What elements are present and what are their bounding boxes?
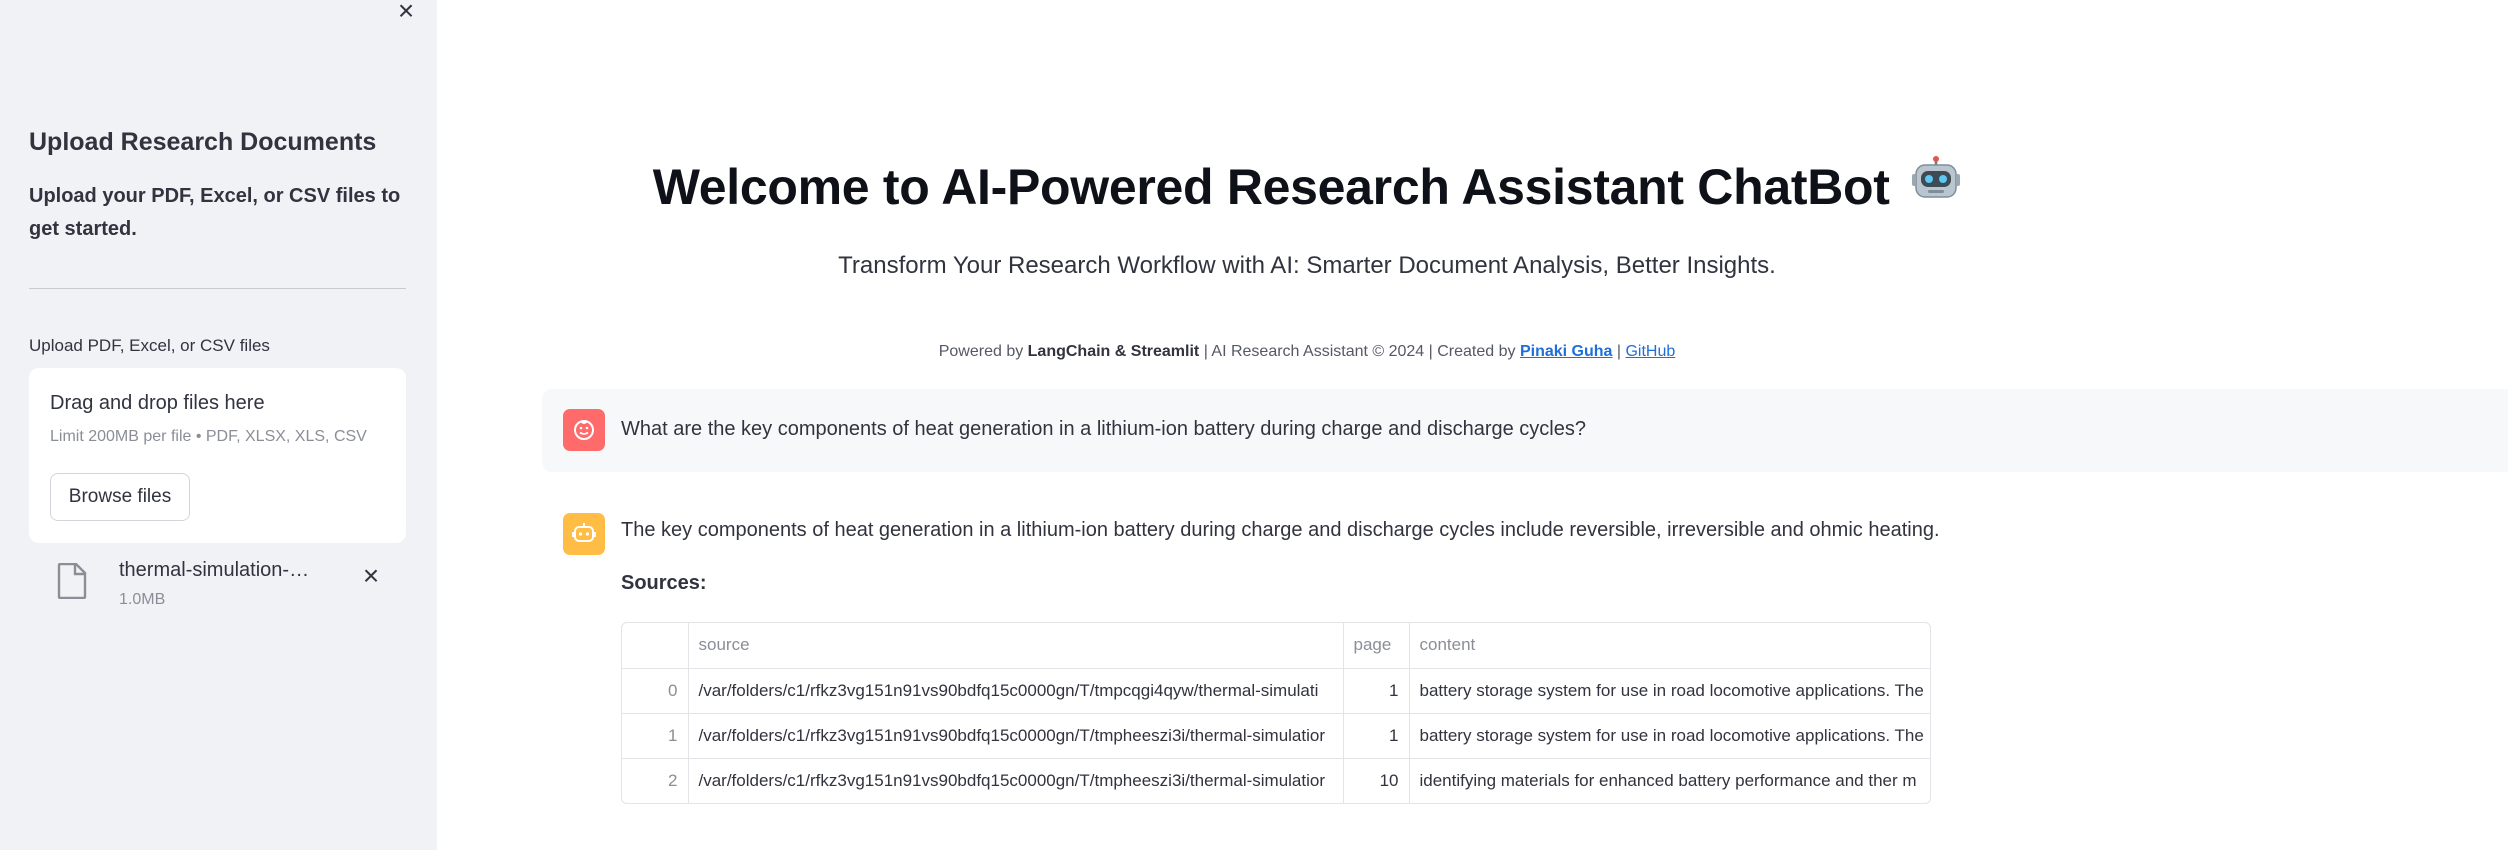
- column-header-content[interactable]: content: [1409, 623, 1930, 669]
- sidebar: × Upload Research Documents Upload your …: [0, 0, 437, 850]
- robot-avatar-icon: [563, 513, 605, 555]
- author-link[interactable]: Pinaki Guha: [1520, 343, 1612, 360]
- footer-separator: |: [1612, 343, 1626, 360]
- footer-middle: | AI Research Assistant © 2024 | Created…: [1199, 343, 1520, 360]
- browse-files-button[interactable]: Browse files: [50, 473, 190, 521]
- cell-content[interactable]: battery storage system for use in road l…: [1409, 713, 1930, 759]
- main-content: Welcome to AI-Powered Research Assistant…: [437, 0, 2508, 850]
- row-index: 2: [622, 758, 689, 803]
- cell-page[interactable]: 1: [1343, 668, 1410, 714]
- powered-by-footer: Powered by LangChain & Streamlit | AI Re…: [437, 343, 2177, 361]
- column-header-index[interactable]: [622, 623, 689, 669]
- cell-content[interactable]: identifying materials for enhanced batte…: [1409, 758, 1930, 803]
- close-sidebar-icon[interactable]: ×: [393, 0, 419, 26]
- assistant-message: The key components of heat generation in…: [542, 495, 2042, 825]
- sidebar-title: Upload Research Documents: [29, 128, 377, 156]
- cell-source[interactable]: /var/folders/c1/rfkz3vg151n91vs90bdfq15c…: [688, 668, 1344, 714]
- github-link[interactable]: GitHub: [1625, 343, 1675, 360]
- table-row: 0 /var/folders/c1/rfkz3vg151n91vs90bdfq1…: [622, 668, 1930, 714]
- sources-table[interactable]: source page content 0 /var/folders/c1/rf…: [621, 622, 1931, 804]
- table-row: 2 /var/folders/c1/rfkz3vg151n91vs90bdfq1…: [622, 758, 1930, 803]
- table-header-row: source page content: [622, 623, 1930, 669]
- cell-page[interactable]: 1: [1343, 713, 1410, 759]
- sidebar-description: Upload your PDF, Excel, or CSV files to …: [29, 185, 401, 240]
- row-index: 1: [622, 713, 689, 759]
- page-title: Welcome to AI-Powered Research Assistant…: [437, 155, 2177, 220]
- user-avatar-icon: [563, 409, 605, 451]
- page-title-text: Welcome to AI-Powered Research Assistant…: [652, 159, 1890, 215]
- row-index: 0: [622, 668, 689, 714]
- cell-content[interactable]: battery storage system for use in road l…: [1409, 668, 1930, 714]
- sidebar-divider: [29, 288, 406, 289]
- user-message-text: What are the key components of heat gene…: [621, 418, 1586, 440]
- page-subtitle: Transform Your Research Workflow with AI…: [838, 252, 1776, 279]
- cell-source[interactable]: /var/folders/c1/rfkz3vg151n91vs90bdfq15c…: [688, 758, 1344, 803]
- cell-source[interactable]: /var/folders/c1/rfkz3vg151n91vs90bdfq15c…: [688, 713, 1344, 759]
- powered-prefix: Powered by: [938, 343, 1028, 360]
- table-row: 1 /var/folders/c1/rfkz3vg151n91vs90bdfq1…: [622, 713, 1930, 759]
- user-message: What are the key components of heat gene…: [542, 389, 2508, 472]
- langchain-label: LangChain: [1027, 343, 1111, 360]
- file-icon: [57, 563, 87, 599]
- sources-label: Sources:: [621, 572, 707, 594]
- file-name: thermal-simulation-analysis.pdf: [119, 559, 319, 581]
- robot-icon: [1911, 155, 1961, 214]
- amp-label: &: [1110, 343, 1131, 360]
- file-size: 1.0MB: [119, 591, 166, 608]
- uploader-label: Upload PDF, Excel, or CSV files: [29, 336, 270, 355]
- cell-page[interactable]: 10: [1343, 758, 1410, 803]
- column-header-source[interactable]: source: [688, 623, 1344, 669]
- assistant-message-text: The key components of heat generation in…: [621, 519, 1940, 541]
- streamlit-label: Streamlit: [1130, 343, 1200, 360]
- uploaded-file: thermal-simulation-analysis.pdf 1.0MB ×: [29, 555, 406, 615]
- dropzone-title: Drag and drop files here: [50, 392, 265, 414]
- column-header-page[interactable]: page: [1343, 623, 1410, 669]
- file-dropzone[interactable]: Drag and drop files here Limit 200MB per…: [29, 368, 406, 543]
- dropzone-limit: Limit 200MB per file • PDF, XLSX, XLS, C…: [50, 428, 367, 445]
- remove-file-icon[interactable]: ×: [359, 562, 383, 590]
